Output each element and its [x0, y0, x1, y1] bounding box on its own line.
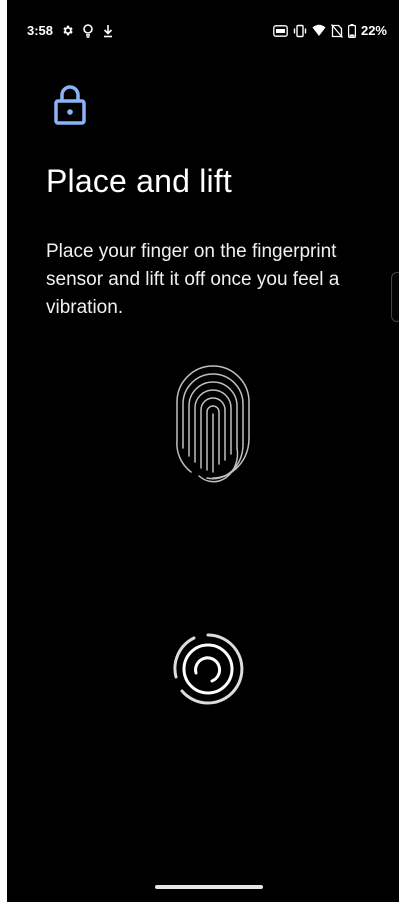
fingerprint-sensor-indicator[interactable] — [172, 633, 244, 710]
no-sim-icon — [330, 23, 343, 38]
lock-icon — [53, 84, 87, 131]
instruction-text: Place your finger on the fingerprint sen… — [46, 241, 340, 318]
fingerprint-icon — [171, 360, 255, 489]
wifi-icon — [312, 24, 326, 38]
download-icon — [102, 24, 114, 38]
page-title: Place and lift — [46, 163, 233, 199]
home-indicator[interactable] — [155, 885, 263, 889]
hd-icon — [273, 24, 288, 38]
gear-icon — [61, 24, 74, 38]
battery-icon — [347, 23, 356, 38]
status-left: 3:58 — [27, 23, 114, 38]
fingerprint-enroll-screen: 3:58 22% Place and lift Place your finge… — [7, 0, 399, 902]
vibrate-icon — [293, 24, 307, 38]
bulb-icon — [82, 23, 94, 38]
side-edge-handle[interactable] — [391, 272, 399, 322]
status-time: 3:58 — [27, 23, 54, 38]
battery-percent: 22% — [360, 23, 387, 38]
status-right: 22% — [273, 23, 387, 38]
status-bar: 3:58 22% — [7, 0, 399, 60]
